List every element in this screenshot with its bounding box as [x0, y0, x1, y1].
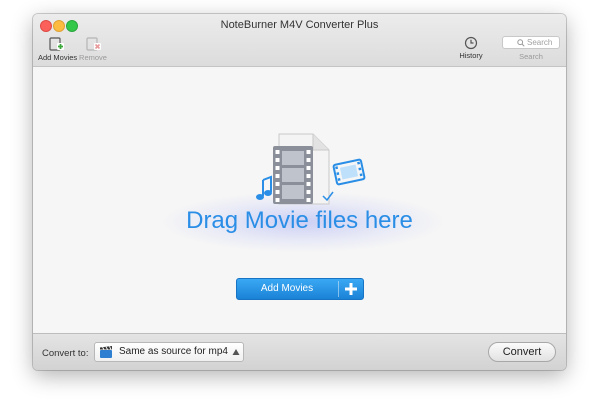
add-movies-button[interactable]: Add Movies — [38, 36, 78, 62]
add-movies-main-button[interactable]: Add Movies — [236, 278, 364, 300]
drag-instruction: Drag Movie files here — [186, 207, 413, 234]
plus-icon — [345, 283, 357, 295]
history-label: History — [459, 51, 483, 60]
history-button[interactable]: History — [457, 36, 485, 60]
remove-icon — [86, 37, 101, 51]
output-format-select[interactable]: Same as source for mp4 — [94, 342, 244, 362]
add-movies-main-label: Add Movies — [260, 283, 314, 294]
convert-button[interactable]: Convert — [488, 342, 556, 362]
output-format-value: Same as source for mp4 — [119, 346, 228, 357]
title-bar: NoteBurner M4V Converter Plus Add Movies… — [33, 14, 566, 67]
bottom-bar: Convert to: Same as source for mp4 Conve… — [33, 333, 566, 370]
add-movies-label: Add Movies — [38, 53, 78, 62]
triangle-up-icon — [232, 349, 240, 355]
remove-button[interactable]: Remove — [79, 36, 107, 62]
remove-label: Remove — [79, 53, 107, 62]
drop-zone[interactable]: Drag Movie files here Add Movies — [33, 67, 566, 333]
button-separator — [338, 281, 339, 297]
app-window: NoteBurner M4V Converter Plus Add Movies… — [33, 14, 566, 370]
search-input[interactable]: Search — [502, 36, 560, 49]
convert-to-label: Convert to: — [42, 348, 89, 359]
search-placeholder: Search — [527, 38, 553, 47]
film-document-music-icon — [256, 133, 366, 205]
search-label: Search — [519, 52, 543, 61]
add-movies-icon — [49, 37, 64, 51]
clapperboard-icon — [100, 346, 112, 358]
clock-icon — [464, 36, 478, 50]
magnifier-icon — [517, 39, 525, 47]
window-title: NoteBurner M4V Converter Plus — [220, 19, 379, 31]
